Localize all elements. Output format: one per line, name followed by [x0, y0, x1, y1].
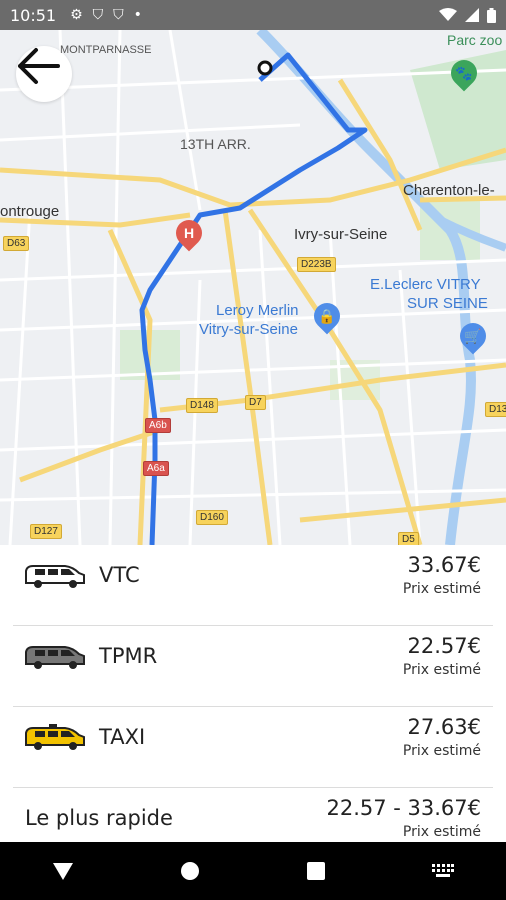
- taxi-van-icon: [25, 724, 85, 750]
- ride-price-range: 22.57 - 33.67€: [326, 796, 481, 820]
- wifi-icon: [439, 8, 457, 21]
- signal-icon: [465, 8, 479, 22]
- map-label-ivry: Ivry-sur-Seine: [294, 226, 388, 243]
- road-badge-a6a: A6a: [143, 461, 169, 476]
- back-triangle-icon: [53, 863, 74, 880]
- shield-icon: ⛉: [113, 7, 124, 23]
- road-badge-a6b: A6b: [145, 418, 171, 433]
- keyboard-icon: [431, 864, 454, 877]
- gear-icon: ⚙: [70, 7, 83, 23]
- ride-price-subtitle: Prix estimé: [402, 662, 481, 678]
- map-label-montrouge: ontrouge: [0, 203, 60, 220]
- road-badge-d223b: D223B: [297, 257, 336, 272]
- map-label-leroy2: Vitry-sur-Seine: [199, 321, 298, 338]
- ride-price: 22.57€: [407, 634, 481, 658]
- van-icon: [25, 565, 85, 588]
- nav-home-button[interactable]: [170, 851, 210, 891]
- road-badge-d7: D7: [245, 395, 266, 410]
- recents-square-icon: [307, 862, 326, 880]
- map-label-montparnasse: MONTPARNASSE: [60, 44, 152, 56]
- battery-icon: [487, 7, 496, 23]
- ride-price: 33.67€: [407, 553, 481, 577]
- road-badge-d148: D148: [186, 398, 218, 413]
- status-time: 10:51: [10, 5, 57, 25]
- ride-name: Le plus rapide: [25, 806, 173, 830]
- map-label-charenton: Charenton-le-: [403, 182, 495, 199]
- nav-recents-button[interactable]: [296, 851, 336, 891]
- status-right: [439, 7, 496, 23]
- van-icon: [25, 646, 85, 669]
- ride-option-taxi[interactable]: TAXI 27.63€ Prix estimé: [13, 707, 493, 788]
- map-label-leroy1: Leroy Merlin: [216, 302, 299, 319]
- nav-back-button[interactable]: [43, 851, 83, 891]
- ride-name: VTC: [99, 563, 140, 587]
- ride-price-subtitle: Prix estimé: [402, 581, 481, 597]
- dot-icon: •: [133, 7, 142, 23]
- system-nav-bar: [0, 842, 506, 900]
- ride-option-tpmr[interactable]: TPMR 22.57€ Prix estimé: [13, 626, 493, 707]
- ride-price-subtitle: Prix estimé: [402, 743, 481, 759]
- ride-options-list: VTC 33.67€ Prix estimé TPMR 22.57€ Prix …: [0, 545, 506, 842]
- road-badge-d13: D13: [485, 402, 506, 417]
- ride-price-subtitle: Prix estimé: [402, 824, 481, 840]
- road-badge-d63: D63: [3, 236, 30, 251]
- nav-keyboard-button[interactable]: [423, 851, 463, 891]
- road-badge-d127: D127: [30, 524, 62, 539]
- ride-name: TPMR: [99, 644, 158, 668]
- home-circle-icon: [180, 862, 199, 880]
- road-badge-d160: D160: [196, 510, 228, 525]
- map-label-leclerc2: SUR SEINE: [407, 295, 488, 312]
- map-label-leclerc1: E.Leclerc VITRY: [370, 276, 481, 293]
- map-label-parc: Parc zoo: [447, 32, 503, 48]
- status-bar: 10:51 ⚙ ⛉ ⛉ •: [0, 0, 506, 30]
- ride-option-vtc[interactable]: VTC 33.67€ Prix estimé: [13, 545, 493, 626]
- shield-icon: ⛉: [92, 7, 104, 23]
- route-map[interactable]: MONTPARNASSE Parc zoo 🐾 13TH ARR. Charen…: [0, 30, 506, 545]
- ride-price: 27.63€: [407, 715, 481, 739]
- road-badge-d5: D5: [398, 532, 419, 545]
- ride-name: TAXI: [99, 725, 146, 749]
- arrow-left-icon: [18, 48, 60, 84]
- map-label-13th: 13TH ARR.: [180, 136, 251, 152]
